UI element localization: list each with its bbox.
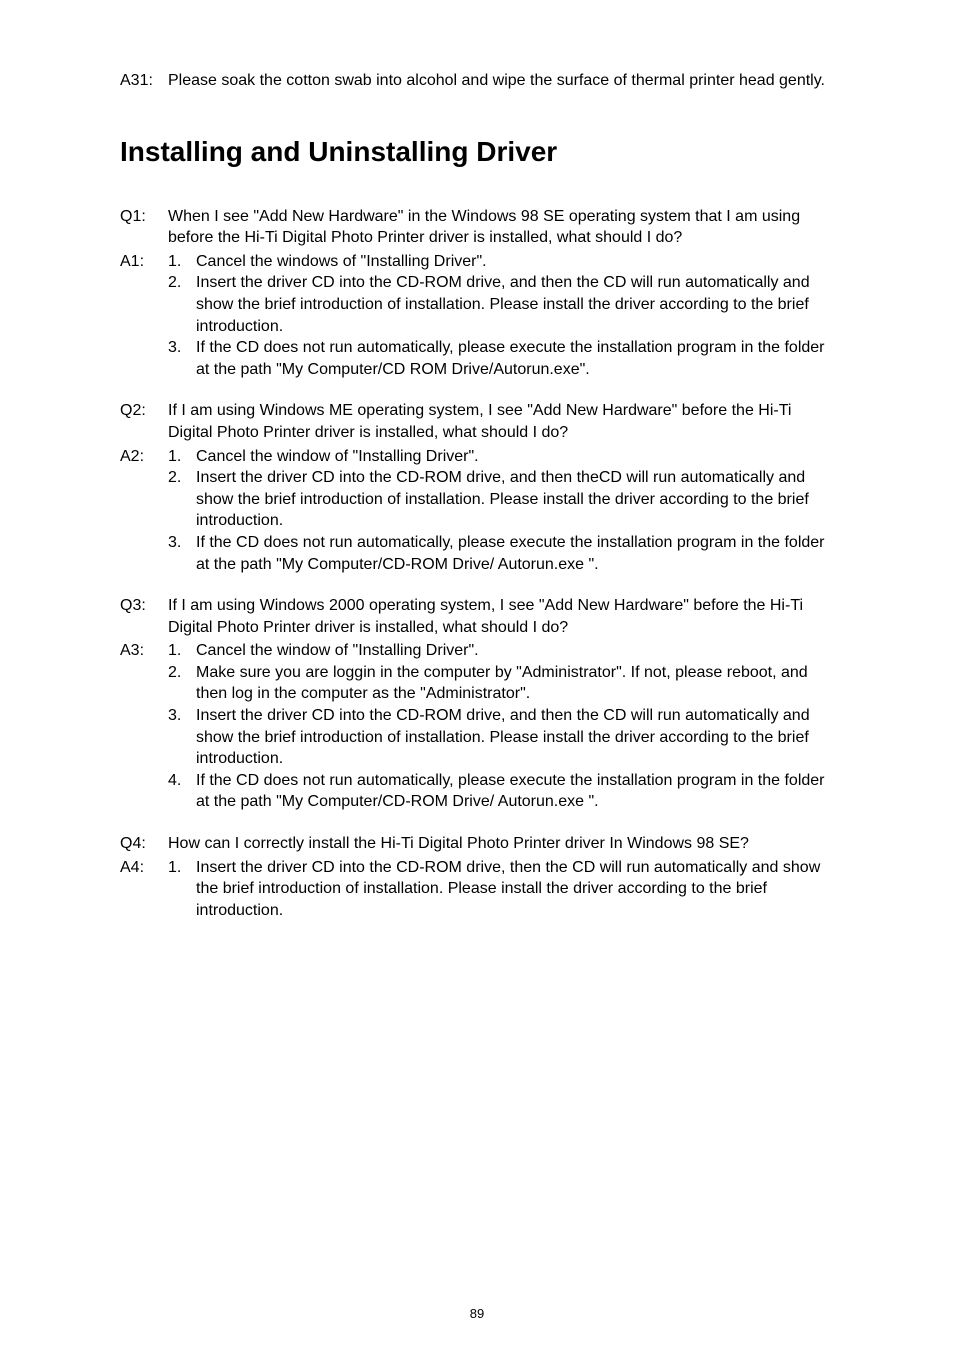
a4-item-1: 1. Insert the driver CD into the CD-ROM … — [168, 857, 834, 922]
q1-row: Q1: When I see "Add New Hardware" in the… — [120, 206, 834, 249]
a3-item-1: 1. Cancel the window of "Installing Driv… — [168, 640, 834, 662]
q3-text: If I am using Windows 2000 operating sys… — [168, 595, 834, 638]
a31-text: Please soak the cotton swab into alcohol… — [168, 70, 834, 92]
q1-label: Q1: — [120, 206, 168, 228]
a4-item-1-num: 1. — [168, 857, 196, 879]
a3-item-1-text: Cancel the window of "Installing Driver"… — [196, 640, 834, 662]
a3-item-3-text: Insert the driver CD into the CD-ROM dri… — [196, 705, 834, 770]
a2-item-1-num: 1. — [168, 446, 196, 468]
page-number: 89 — [0, 1306, 954, 1321]
a2-item-1: 1. Cancel the window of "Installing Driv… — [168, 446, 834, 468]
a3-body: 1. Cancel the window of "Installing Driv… — [168, 640, 834, 813]
a4-label: A4: — [120, 857, 168, 879]
a1-item-3-text: If the CD does not run automatically, pl… — [196, 337, 834, 380]
a2-item-2-num: 2. — [168, 467, 196, 489]
a2-row: A2: 1. Cancel the window of "Installing … — [120, 446, 834, 576]
gap — [120, 382, 834, 400]
a3-label: A3: — [120, 640, 168, 662]
a2-label: A2: — [120, 446, 168, 468]
a2-item-3-num: 3. — [168, 532, 196, 554]
gap — [120, 577, 834, 595]
a4-item-1-text: Insert the driver CD into the CD-ROM dri… — [196, 857, 834, 922]
q2-label: Q2: — [120, 400, 168, 422]
a1-item-2-num: 2. — [168, 272, 196, 294]
a2-body: 1. Cancel the window of "Installing Driv… — [168, 446, 834, 576]
a2-item-3-text: If the CD does not run automatically, pl… — [196, 532, 834, 575]
a3-item-2-text: Make sure you are loggin in the computer… — [196, 662, 834, 705]
a31-row: A31: Please soak the cotton swab into al… — [120, 70, 834, 92]
a31-label: A31: — [120, 70, 168, 92]
a3-item-2: 2. Make sure you are loggin in the compu… — [168, 662, 834, 705]
a2-item-3: 3. If the CD does not run automatically,… — [168, 532, 834, 575]
a2-item-2-text: Insert the driver CD into the CD-ROM dri… — [196, 467, 834, 532]
q2-row: Q2: If I am using Windows ME operating s… — [120, 400, 834, 443]
a2-item-1-text: Cancel the window of "Installing Driver"… — [196, 446, 834, 468]
section-heading: Installing and Uninstalling Driver — [120, 136, 834, 168]
a3-item-4-text: If the CD does not run automatically, pl… — [196, 770, 834, 813]
a1-item-3-num: 3. — [168, 337, 196, 359]
a1-row: A1: 1. Cancel the windows of "Installing… — [120, 251, 834, 381]
a1-item-1: 1. Cancel the windows of "Installing Dri… — [168, 251, 834, 273]
q4-row: Q4: How can I correctly install the Hi-T… — [120, 833, 834, 855]
a1-item-1-text: Cancel the windows of "Installing Driver… — [196, 251, 834, 273]
a1-item-2-text: Insert the driver CD into the CD-ROM dri… — [196, 272, 834, 337]
a3-item-4-num: 4. — [168, 770, 196, 792]
q3-row: Q3: If I am using Windows 2000 operating… — [120, 595, 834, 638]
q4-label: Q4: — [120, 833, 168, 855]
gap — [120, 815, 834, 833]
a1-label: A1: — [120, 251, 168, 273]
q1-text: When I see "Add New Hardware" in the Win… — [168, 206, 834, 249]
a3-item-3-num: 3. — [168, 705, 196, 727]
a3-item-1-num: 1. — [168, 640, 196, 662]
q2-text: If I am using Windows ME operating syste… — [168, 400, 834, 443]
a2-item-2: 2. Insert the driver CD into the CD-ROM … — [168, 467, 834, 532]
a3-item-3: 3. Insert the driver CD into the CD-ROM … — [168, 705, 834, 770]
a1-item-1-num: 1. — [168, 251, 196, 273]
page: A31: Please soak the cotton swab into al… — [0, 0, 954, 1351]
a1-body: 1. Cancel the windows of "Installing Dri… — [168, 251, 834, 381]
a3-row: A3: 1. Cancel the window of "Installing … — [120, 640, 834, 813]
a1-item-3: 3. If the CD does not run automatically,… — [168, 337, 834, 380]
q3-label: Q3: — [120, 595, 168, 617]
a3-item-2-num: 2. — [168, 662, 196, 684]
a4-body: 1. Insert the driver CD into the CD-ROM … — [168, 857, 834, 922]
a1-item-2: 2. Insert the driver CD into the CD-ROM … — [168, 272, 834, 337]
a4-row: A4: 1. Insert the driver CD into the CD-… — [120, 857, 834, 922]
q4-text: How can I correctly install the Hi-Ti Di… — [168, 833, 834, 855]
a3-item-4: 4. If the CD does not run automatically,… — [168, 770, 834, 813]
